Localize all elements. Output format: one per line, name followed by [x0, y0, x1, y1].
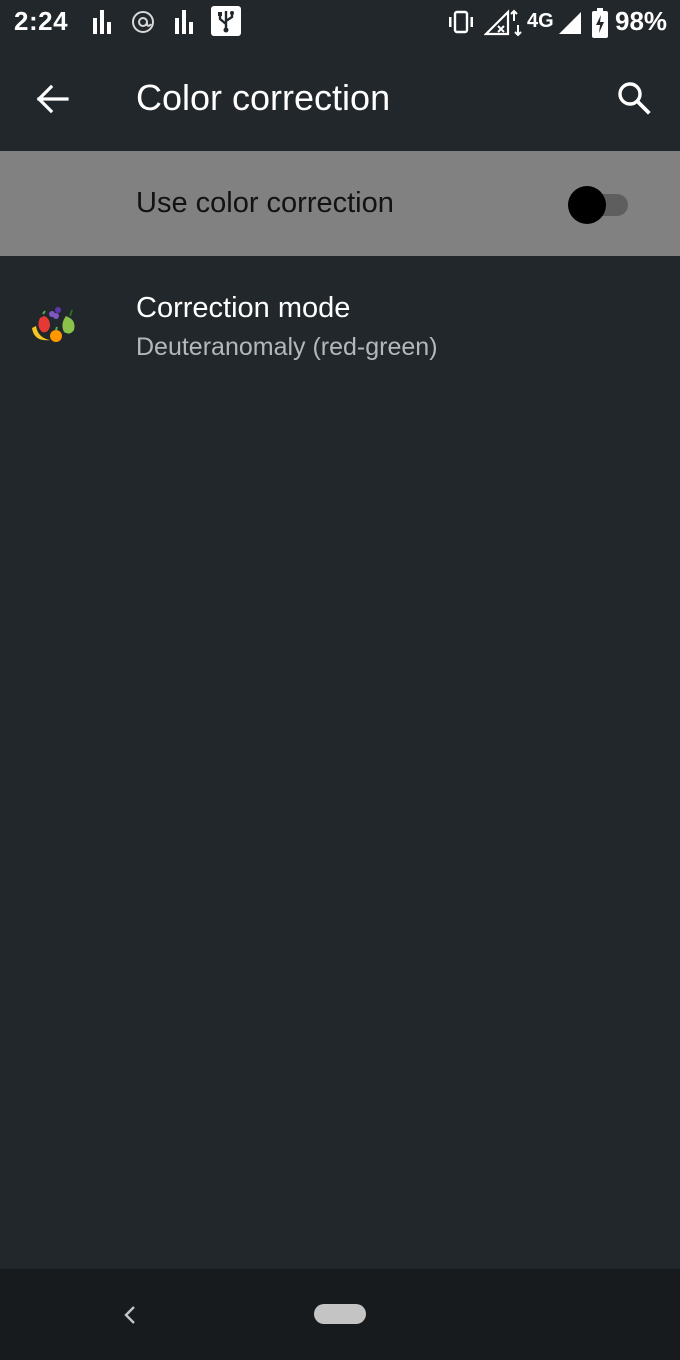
- fruit-icon: [32, 307, 75, 342]
- bars-icon: [93, 10, 111, 34]
- vibrate-icon: [449, 10, 473, 34]
- at-sign-icon: [132, 11, 154, 33]
- network-type: 4G: [527, 10, 554, 32]
- bars-icon: [175, 10, 193, 34]
- navigation-bar: [0, 1269, 680, 1360]
- search-button[interactable]: [606, 72, 662, 124]
- battery-charging-icon: [592, 8, 608, 38]
- home-pill-icon[interactable]: [314, 1304, 366, 1324]
- no-signal-icon: [484, 9, 522, 37]
- correction-mode-title: Correction mode: [136, 292, 351, 324]
- use-color-correction-label: Use color correction: [136, 187, 394, 219]
- switch-thumb: [568, 186, 606, 224]
- app-bar: Color correction: [0, 48, 680, 151]
- back-button[interactable]: [24, 73, 80, 125]
- signal-icon: [559, 12, 581, 34]
- search-icon: [618, 82, 651, 115]
- battery-percentage: 98%: [615, 6, 668, 36]
- screen: 2:24 4G 98% Color correction Use color c…: [0, 0, 680, 1360]
- status-bar: 2:24 4G 98%: [0, 0, 680, 48]
- status-time: 2:24: [14, 6, 69, 36]
- use-color-correction-row[interactable]: Use color correction: [0, 151, 680, 256]
- arrow-left-icon: [36, 84, 69, 114]
- nav-back-button[interactable]: [110, 1297, 150, 1333]
- usb-icon: [211, 6, 241, 36]
- correction-mode-row[interactable]: Correction mode Deuteranomaly (red-green…: [0, 256, 680, 396]
- color-correction-switch[interactable]: [566, 186, 630, 226]
- correction-mode-summary: Deuteranomaly (red-green): [136, 333, 438, 361]
- chevron-left-icon: [124, 1306, 135, 1324]
- page-title: Color correction: [136, 77, 391, 118]
